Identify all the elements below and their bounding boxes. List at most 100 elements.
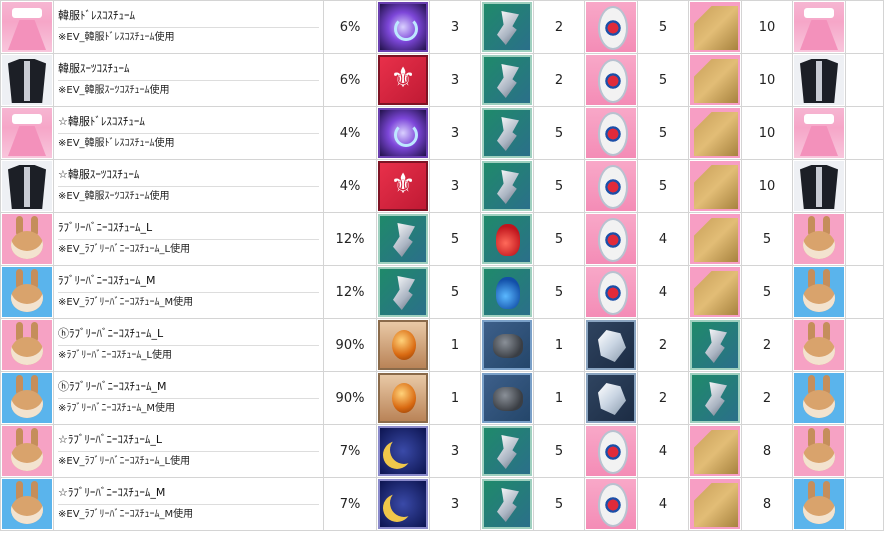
- material-icon-cell: [688, 265, 742, 319]
- empty-cell: [845, 0, 884, 54]
- material-icon-cell: [584, 106, 638, 160]
- material-icon-cell: [376, 318, 430, 372]
- korean-dress-icon: [2, 2, 52, 52]
- costume-name-cell: ﾗﾌﾞﾘｰﾊﾞﾆｰｺｽﾁｭｰﾑ_L ※EV_ﾗﾌﾞﾘｰﾊﾞﾆｰｺｽﾁｭｰﾑ_L使用: [53, 212, 324, 266]
- recipe-row: ☆ﾗﾌﾞﾘｰﾊﾞﾆｰｺｽﾁｭｰﾑ_M ※EV_ﾗﾌﾞﾘｰﾊﾞﾆｰｺｽﾁｭｰﾑ_M使…: [0, 477, 884, 531]
- silver-shard-icon: [482, 108, 532, 158]
- material-quantity: 5: [533, 159, 585, 213]
- taegeuk-gem-icon: [586, 108, 636, 158]
- recipe-row: ☆ﾗﾌﾞﾘｰﾊﾞﾆｰｺｽﾁｭｰﾑ_L ※EV_ﾗﾌﾞﾘｰﾊﾞﾆｰｺｽﾁｭｰﾑ_L使…: [0, 424, 884, 478]
- recipe-row: ⓗﾗﾌﾞﾘｰﾊﾞﾆｰｺｽﾁｭｰﾑ_M ※ﾗﾌﾞﾘｰﾊﾞﾆｰｺｽﾁｭｰﾑ_M使用 90…: [0, 371, 884, 425]
- material-quantity: 3: [429, 477, 481, 531]
- material-icon-cell: [376, 424, 430, 478]
- costume-requirement-note: ※EV_ﾗﾌﾞﾘｰﾊﾞﾆｰｺｽﾁｭｰﾑ_L使用: [58, 243, 191, 255]
- success-rate: 12%: [323, 212, 377, 266]
- result-icon-cell: [792, 371, 846, 425]
- recipe-row: 韓服ｽｰﾂｺｽﾁｭｰﾑ ※EV_韓服ｽｰﾂｺｽﾁｭｰﾑ使用 6% 325 10: [0, 53, 884, 107]
- costume-icon-cell: [0, 318, 54, 372]
- material-icon-cell: [688, 53, 742, 107]
- silver-shard-icon: [690, 373, 740, 423]
- bunny-blue-icon: [2, 479, 52, 529]
- material-quantity: 5: [533, 265, 585, 319]
- material-icon-cell: [688, 106, 742, 160]
- result-icon-cell: [792, 106, 846, 160]
- straw-mat-icon: [690, 161, 740, 211]
- costume-icon-cell: [0, 212, 54, 266]
- costume-name-cell: ☆韓服ﾄﾞﾚｽｺｽﾁｭｰﾑ ※EV_韓服ﾄﾞﾚｽｺｽﾁｭｰﾑ使用: [53, 106, 324, 160]
- material-icon-cell: [376, 53, 430, 107]
- korean-suit-icon: [794, 161, 844, 211]
- material-quantity: 1: [429, 318, 481, 372]
- material-quantity: 5: [533, 212, 585, 266]
- taegeuk-gem-icon: [586, 479, 636, 529]
- bunny-pink-icon: [2, 320, 52, 370]
- material-icon-cell: [376, 212, 430, 266]
- material-icon-cell: [480, 371, 534, 425]
- material-quantity: 4: [637, 424, 689, 478]
- costume-name: ⓗﾗﾌﾞﾘｰﾊﾞﾆｰｺｽﾁｭｰﾑ_M: [58, 376, 319, 399]
- korean-dress-icon: [2, 108, 52, 158]
- fleur-de-lis-crest-icon: [378, 55, 428, 105]
- material-quantity: 2: [533, 0, 585, 54]
- taegeuk-gem-icon: [586, 2, 636, 52]
- material-quantity: 1: [533, 318, 585, 372]
- material-icon-cell: [584, 477, 638, 531]
- bunny-blue-icon: [2, 373, 52, 423]
- material-icon-cell: [688, 424, 742, 478]
- costume-name-cell: ☆ﾗﾌﾞﾘｰﾊﾞﾆｰｺｽﾁｭｰﾑ_M ※EV_ﾗﾌﾞﾘｰﾊﾞﾆｰｺｽﾁｭｰﾑ_M使…: [53, 477, 324, 531]
- straw-mat-icon: [690, 2, 740, 52]
- costume-icon-cell: [0, 371, 54, 425]
- material-icon-cell: [480, 265, 534, 319]
- costume-icon-cell: [0, 424, 54, 478]
- material-quantity: 4: [637, 477, 689, 531]
- bunny-blue-icon: [2, 267, 52, 317]
- bunny-blue-icon: [794, 479, 844, 529]
- costume-name-cell: ⓗﾗﾌﾞﾘｰﾊﾞﾆｰｺｽﾁｭｰﾑ_M ※ﾗﾌﾞﾘｰﾊﾞﾆｰｺｽﾁｭｰﾑ_M使用: [53, 371, 324, 425]
- material-icon-cell: [480, 159, 534, 213]
- bunny-pink-icon: [2, 426, 52, 476]
- crescent-moon-icon: [378, 426, 428, 476]
- costume-icon-cell: [0, 265, 54, 319]
- costume-requirement-note: ※EV_韓服ｽｰﾂｺｽﾁｭｰﾑ使用: [58, 84, 170, 96]
- material-icon-cell: [584, 0, 638, 54]
- success-rate: 4%: [323, 106, 377, 160]
- empty-cell: [845, 212, 884, 266]
- silver-shard-icon: [378, 214, 428, 264]
- empty-cell: [845, 106, 884, 160]
- material-quantity: 5: [637, 0, 689, 54]
- costume-icon-cell: [0, 0, 54, 54]
- taegeuk-gem-icon: [586, 161, 636, 211]
- material-quantity: 5: [533, 424, 585, 478]
- success-rate: 4%: [323, 159, 377, 213]
- material-icon-cell: [376, 265, 430, 319]
- material-quantity: 5: [741, 212, 793, 266]
- clear-crystal-icon: [586, 373, 636, 423]
- material-quantity: 4: [637, 265, 689, 319]
- recipe-row: ﾗﾌﾞﾘｰﾊﾞﾆｰｺｽﾁｭｰﾑ_M ※EV_ﾗﾌﾞﾘｰﾊﾞﾆｰｺｽﾁｭｰﾑ_M使用…: [0, 265, 884, 319]
- material-quantity: 4: [637, 212, 689, 266]
- material-quantity: 3: [429, 53, 481, 107]
- empty-cell: [845, 265, 884, 319]
- material-quantity: 3: [429, 159, 481, 213]
- silver-shard-icon: [690, 320, 740, 370]
- costume-icon-cell: [0, 106, 54, 160]
- material-icon-cell: [376, 0, 430, 54]
- material-icon-cell: [584, 371, 638, 425]
- straw-mat-icon: [690, 108, 740, 158]
- success-rate: 12%: [323, 265, 377, 319]
- material-icon-cell: [480, 212, 534, 266]
- bunny-pink-icon: [794, 214, 844, 264]
- bunny-pink-icon: [794, 426, 844, 476]
- costume-requirement-note: ※EV_韓服ﾄﾞﾚｽｺｽﾁｭｰﾑ使用: [58, 31, 175, 43]
- amber-egg-icon: [378, 373, 428, 423]
- costume-name: ☆ﾗﾌﾞﾘｰﾊﾞﾆｰｺｽﾁｭｰﾑ_M: [58, 482, 319, 505]
- straw-mat-icon: [690, 214, 740, 264]
- costume-requirement-note: ※EV_ﾗﾌﾞﾘｰﾊﾞﾆｰｺｽﾁｭｰﾑ_M使用: [58, 296, 194, 308]
- purple-orb-icon: [378, 108, 428, 158]
- material-icon-cell: [376, 106, 430, 160]
- costume-requirement-note: ※EV_韓服ﾄﾞﾚｽｺｽﾁｭｰﾑ使用: [58, 137, 175, 149]
- costume-name: ☆ﾗﾌﾞﾘｰﾊﾞﾆｰｺｽﾁｭｰﾑ_L: [58, 429, 319, 452]
- dark-ore-icon: [482, 320, 532, 370]
- straw-mat-icon: [690, 55, 740, 105]
- straw-mat-icon: [690, 267, 740, 317]
